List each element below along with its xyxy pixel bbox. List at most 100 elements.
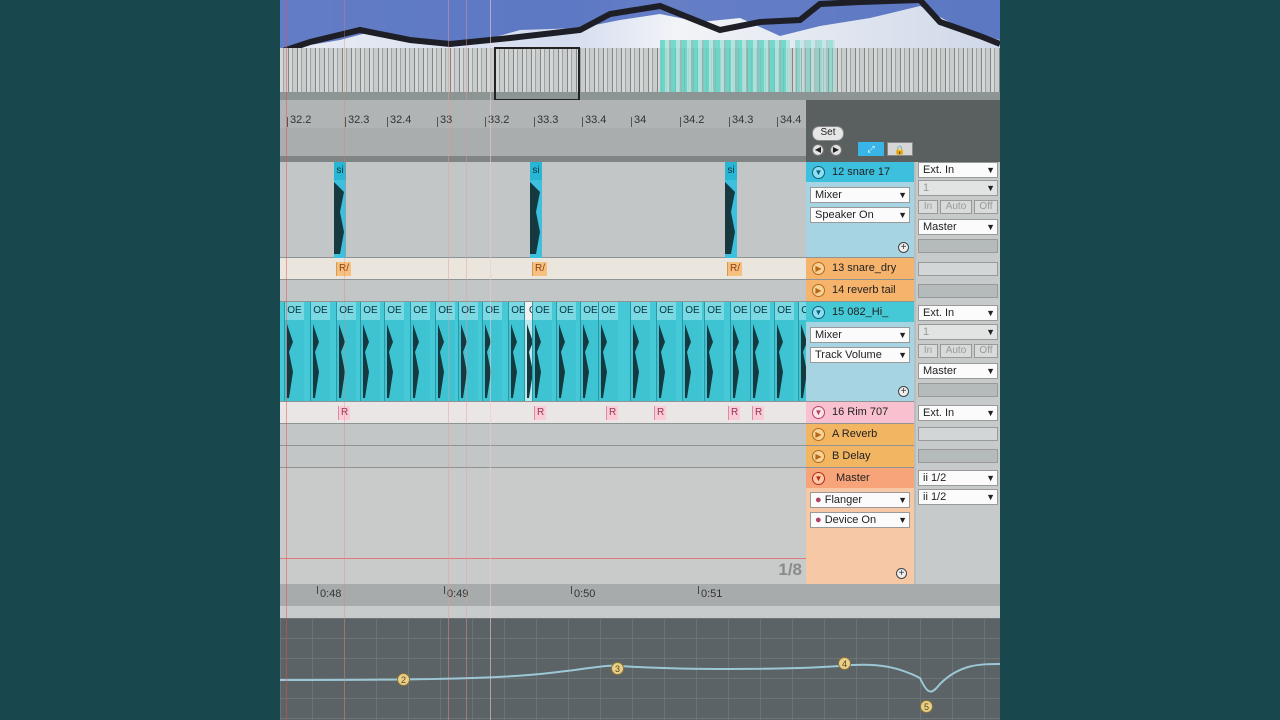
overview-view-box[interactable] — [494, 47, 580, 100]
audio-clip-hihat[interactable]: OE — [410, 302, 430, 401]
monitor-off-button[interactable]: Off — [974, 200, 998, 214]
audio-clip-hihat[interactable]: OE — [682, 302, 702, 401]
input-type-chooser[interactable]: Ext. In ▼ — [918, 305, 998, 321]
audio-clip-hihat[interactable]: OE — [435, 302, 455, 401]
audio-clip-hihat[interactable]: OE — [580, 302, 600, 401]
automation-editor[interactable]: 2 3 4 5 — [280, 618, 1000, 720]
monitor-in-button[interactable]: In — [918, 344, 938, 358]
audio-clip-hihat[interactable]: OE — [384, 302, 404, 401]
lane-13-snare-dry[interactable]: R/ R/ R/ — [280, 258, 806, 280]
device-chooser[interactable]: Mixer ▼ — [810, 327, 910, 343]
play-icon[interactable]: ▶ — [812, 284, 825, 297]
clip-tag[interactable]: R/ — [532, 262, 547, 276]
automation-breakpoint[interactable]: 2 — [397, 673, 410, 686]
follow-icon[interactable]: ⤢ — [858, 142, 884, 156]
clip-tag[interactable]: R — [752, 406, 765, 420]
fold-icon[interactable]: ▼ — [812, 406, 825, 419]
track-name[interactable]: 15 082_Hi_ — [832, 302, 888, 322]
arrow-left-icon[interactable]: ◀ — [812, 144, 824, 156]
add-lane-icon[interactable]: + — [896, 568, 907, 579]
add-lane-icon[interactable]: + — [898, 386, 909, 397]
grid-fraction[interactable]: 1/8 — [778, 560, 802, 580]
device-chooser[interactable]: ● Flanger ▼ — [810, 492, 910, 508]
device-chooser[interactable]: Mixer ▼ — [810, 187, 910, 203]
loop-bar[interactable] — [280, 128, 806, 158]
audio-clip-hihat[interactable]: OE — [556, 302, 576, 401]
audio-clip-hihat[interactable]: OE — [482, 302, 502, 401]
track-name[interactable]: Master — [836, 468, 870, 488]
fold-icon[interactable]: ▼ — [812, 166, 825, 179]
set-button[interactable]: Set — [812, 126, 844, 141]
lane-16-rim[interactable]: R R R R R R — [280, 402, 806, 424]
add-lane-icon[interactable]: + — [898, 242, 909, 253]
lane-14-reverb-tail[interactable] — [280, 280, 806, 302]
track-name[interactable]: 13 snare_dry — [832, 258, 896, 278]
play-icon[interactable]: ▶ — [812, 428, 825, 441]
automation-breakpoint[interactable]: 5 — [920, 700, 933, 713]
audio-clip-hihat[interactable]: OE — [656, 302, 676, 401]
track-name[interactable]: 14 reverb tail — [832, 280, 896, 300]
arrow-right-icon[interactable]: ▶ — [830, 144, 842, 156]
audio-clip-hihat[interactable]: OE — [730, 302, 750, 401]
time-ruler[interactable]: 0:48 0:49 0:50 0:51 — [280, 584, 1000, 606]
monitor-auto-button[interactable]: Auto — [940, 344, 972, 358]
audio-clip-hihat[interactable]: OE — [704, 302, 724, 401]
return-b-header[interactable]: ▶ B Delay — [806, 446, 914, 468]
track-16-header[interactable]: ▼ 16 Rim 707 — [806, 402, 914, 424]
monitor-off-button[interactable]: Off — [974, 344, 998, 358]
parameter-chooser[interactable]: Track Volume ▼ — [810, 347, 910, 363]
monitor-auto-button[interactable]: Auto — [940, 200, 972, 214]
audio-clip-hihat[interactable]: OE — [284, 302, 304, 401]
track-name[interactable]: A Reverb — [832, 424, 877, 444]
master-output-chooser[interactable]: ii 1/2 ▼ — [918, 470, 998, 486]
track-13-header[interactable]: ▶ 13 snare_dry — [806, 258, 914, 280]
master-cue-chooser[interactable]: ii 1/2 ▼ — [918, 489, 998, 505]
clip-tag[interactable]: R — [654, 406, 667, 420]
track-14-header[interactable]: ▶ 14 reverb tail — [806, 280, 914, 302]
master-header[interactable]: ▼ Master ● Flanger ▼ ● Device On ▼ + — [806, 468, 914, 584]
audio-clip-hihat[interactable]: OE — [458, 302, 478, 401]
track-name[interactable]: 12 snare 17 — [832, 162, 890, 182]
output-chooser[interactable]: Master ▼ — [918, 363, 998, 379]
audio-clip-hihat[interactable]: OE — [630, 302, 650, 401]
lock-icon[interactable]: 🔒 — [887, 142, 913, 156]
track-name[interactable]: B Delay — [832, 446, 871, 466]
lane-b-delay[interactable] — [280, 446, 806, 468]
monitor-in-button[interactable]: In — [918, 200, 938, 214]
clip-tag[interactable]: R/ — [727, 262, 742, 276]
input-channel-chooser[interactable]: 1 ▼ — [918, 324, 998, 340]
automation-breakpoint[interactable]: 3 — [611, 662, 624, 675]
audio-clip-hihat[interactable]: OE — [532, 302, 552, 401]
beat-time-ruler[interactable]: 32.2 32.3 32.4 33 33.2 33.3 33.4 34 34.2… — [280, 100, 806, 129]
track-12-header[interactable]: ▼ 12 snare 17 Mixer ▼ Speaker On ▼ + — [806, 162, 914, 258]
lane-master[interactable]: 1/8 — [280, 468, 806, 584]
clip-tag[interactable]: R — [728, 406, 741, 420]
parameter-chooser[interactable]: Speaker On ▼ — [810, 207, 910, 223]
clip-tag[interactable]: R — [606, 406, 619, 420]
audio-clip-hihat[interactable]: OE — [598, 302, 618, 401]
lane-15-hihat[interactable]: OEOEOEOEOEOEOEOEOEOEO(OEOEOEOEOEOEOEOEOE… — [280, 302, 818, 402]
play-icon[interactable]: ▶ — [812, 450, 825, 463]
arrangement-overview[interactable] — [280, 0, 1000, 100]
parameter-chooser[interactable]: ● Device On ▼ — [810, 512, 910, 528]
fold-icon[interactable]: ▼ — [812, 306, 825, 319]
audio-clip-hihat[interactable]: OE — [360, 302, 380, 401]
return-a-header[interactable]: ▶ A Reverb — [806, 424, 914, 446]
audio-clip-hihat[interactable]: OE — [336, 302, 356, 401]
automation-breakpoint[interactable]: 4 — [838, 657, 851, 670]
audio-clip-hihat[interactable]: OE — [310, 302, 330, 401]
audio-clip-snare[interactable]: si — [530, 162, 542, 258]
audio-clip-hihat[interactable]: OE — [774, 302, 794, 401]
input-type-chooser[interactable]: Ext. In ▼ — [918, 162, 998, 178]
input-type-chooser[interactable]: Ext. In ▼ — [918, 405, 998, 421]
track-15-header[interactable]: ▼ 15 082_Hi_ Mixer ▼ Track Volume ▼ + — [806, 302, 914, 402]
input-channel-chooser[interactable]: 1 ▼ — [918, 180, 998, 196]
track-name[interactable]: 16 Rim 707 — [832, 402, 888, 422]
lane-12-snare[interactable]: si si si — [280, 162, 806, 258]
fold-icon[interactable]: ▼ — [812, 472, 825, 485]
play-icon[interactable]: ▶ — [812, 262, 825, 275]
arrangement-view[interactable]: si si si R/ R/ R/ OEOEOEOEOEOEOEOEOEOEO(… — [280, 162, 818, 584]
audio-clip-hihat[interactable]: OE — [750, 302, 770, 401]
clip-tag[interactable]: R — [534, 406, 547, 420]
audio-clip-snare[interactable]: si — [725, 162, 737, 258]
